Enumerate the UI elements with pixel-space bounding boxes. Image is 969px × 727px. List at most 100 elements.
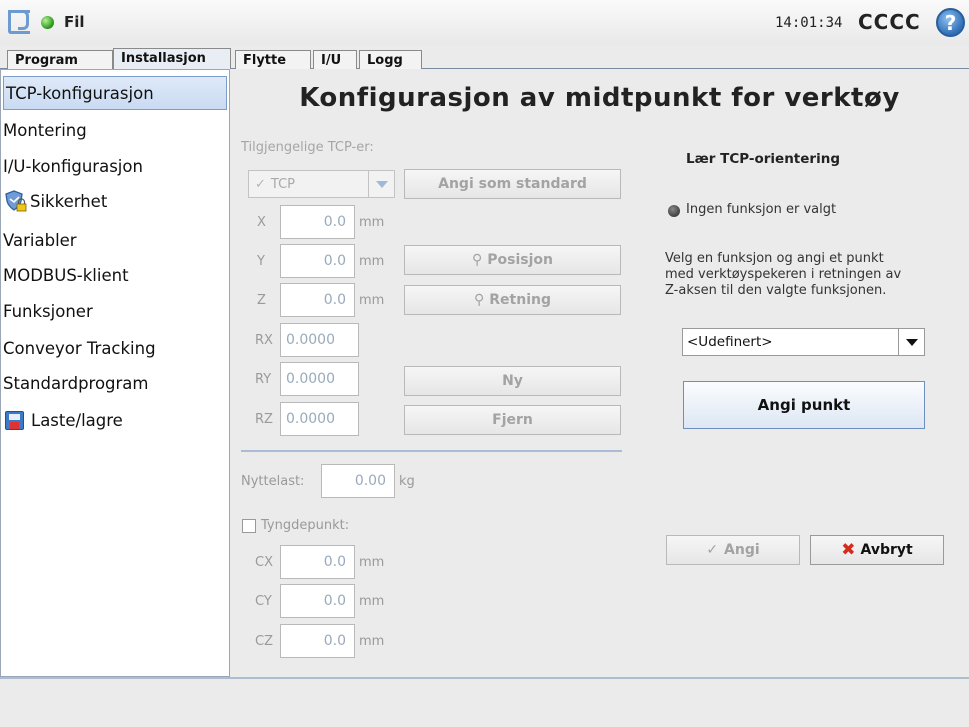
checkmark-icon: ✓ [706, 542, 719, 558]
tab-bar: Program Installasjon Flytte I/U Logg [0, 45, 969, 70]
sidebar-item-conveyor-tracking[interactable]: Conveyor Tracking [1, 331, 229, 365]
cog-label-cy: CY [255, 594, 272, 609]
sidebar-item-funksjoner[interactable]: Funksjoner [1, 294, 229, 328]
teach-status: Ingen funksjon er valgt [686, 202, 837, 217]
ry-field[interactable]: 0.0000 [280, 362, 359, 396]
teach-instructions: Velg en funksjon og angi et punkt med ve… [665, 251, 965, 299]
unit-mm: mm [359, 594, 385, 609]
instructions-line: Z-aksen til den valgte funksjonen. [665, 283, 887, 298]
sidebar-item-label: Conveyor Tracking [3, 338, 156, 358]
unit-kg: kg [399, 474, 415, 489]
cy-field[interactable]: 0.0 [280, 584, 355, 618]
robot-status-icon [41, 16, 54, 29]
unit-mm: mm [359, 215, 385, 230]
cancel-button[interactable]: ✖ Avbryt [810, 535, 944, 565]
feature-select-value: <Udefinert> [687, 334, 773, 350]
checkmark-icon: ✓ [255, 176, 266, 192]
rz-field[interactable]: 0.0000 [280, 402, 359, 436]
clock: 14:01:34 [775, 15, 843, 31]
sidebar-item-tcp-konfigurasjon[interactable]: TCP-konfigurasjon [3, 76, 227, 110]
tab-iu[interactable]: I/U [313, 50, 357, 70]
unit-mm: mm [359, 634, 385, 649]
feature-select[interactable]: <Udefinert> [682, 328, 925, 356]
payload-label: Nyttelast: [241, 474, 305, 489]
cancel-button-label: Avbryt [860, 542, 913, 558]
sidebar-item-label: I/U-konfigurasjon [3, 156, 143, 176]
close-icon: ✖ [841, 540, 856, 560]
coord-label-x: X [257, 215, 266, 230]
main-panel: Konfigurasjon av midtpunkt for verktøy T… [230, 69, 969, 677]
coord-label-z: Z [257, 293, 266, 308]
payload-field[interactable]: 0.00 [321, 464, 395, 498]
direction-button[interactable]: ⚲ Retning [404, 285, 621, 315]
robot-name: CCCC [858, 10, 921, 34]
shield-lock-icon [5, 190, 27, 212]
set-default-button[interactable]: Angi som standard [404, 169, 621, 199]
sidebar-item-label: Laste/lagre [31, 410, 123, 430]
unit-mm: mm [359, 293, 385, 308]
coord-label-rz: RZ [255, 412, 273, 427]
sidebar-item-sikkerhet[interactable]: Sikkerhet [1, 184, 229, 218]
position-button-label: Posisjon [487, 252, 553, 268]
sidebar-item-modbus-klient[interactable]: MODBUS-klient [1, 258, 229, 292]
status-indicator-icon [668, 205, 680, 217]
chevron-down-icon [368, 171, 394, 197]
bottom-divider [0, 677, 969, 679]
sidebar-item-label: Sikkerhet [30, 191, 108, 211]
set-point-button[interactable]: Angi punkt [683, 381, 925, 429]
coord-label-rx: RX [255, 333, 273, 348]
tab-flytte[interactable]: Flytte [235, 50, 311, 70]
sidebar-item-label: Funksjoner [3, 301, 93, 321]
pointer-tool-icon: ⚲ [474, 292, 485, 308]
sidebar-item-label: Standardprogram [3, 373, 149, 393]
direction-button-label: Retning [489, 292, 551, 308]
y-field[interactable]: 0.0 [280, 244, 355, 278]
tab-logg[interactable]: Logg [359, 50, 422, 70]
tcp-select[interactable]: ✓ TCP [248, 170, 395, 198]
chevron-down-icon [898, 329, 924, 355]
sidebar-item-montering[interactable]: Montering [1, 113, 229, 147]
teach-title: Lær TCP-orientering [686, 151, 840, 167]
instructions-line: med verktøyspekeren i retningen av [665, 267, 902, 282]
divider [241, 450, 622, 452]
available-tcps-label: Tilgjengelige TCP-er: [241, 140, 374, 155]
tab-program[interactable]: Program [7, 50, 113, 70]
coord-label-y: Y [257, 254, 265, 269]
cx-field[interactable]: 0.0 [280, 545, 355, 579]
page-title: Konfigurasjon av midtpunkt for verktøy [299, 83, 900, 113]
x-field[interactable]: 0.0 [280, 205, 355, 239]
sidebar-item-label: Montering [3, 120, 87, 140]
apply-button[interactable]: ✓ Angi [666, 535, 800, 565]
help-icon[interactable]: ? [936, 8, 965, 37]
coord-label-ry: RY [255, 372, 272, 387]
position-button[interactable]: ⚲ Posisjon [404, 245, 621, 275]
apply-button-label: Angi [724, 542, 760, 558]
instructions-line: Velg en funksjon og angi et punkt [665, 251, 884, 266]
disk-icon [5, 410, 24, 430]
cog-label-cx: CX [255, 555, 273, 570]
ur-logo-icon [8, 10, 30, 34]
sidebar-item-laste-lagre[interactable]: Laste/lagre [1, 403, 229, 437]
sidebar: TCP-konfigurasjon Montering I/U-konfigur… [0, 69, 230, 677]
new-tcp-button[interactable]: Ny [404, 366, 621, 396]
z-field[interactable]: 0.0 [280, 283, 355, 317]
sidebar-item-label: TCP-konfigurasjon [6, 83, 154, 103]
cog-label-cz: CZ [255, 634, 273, 649]
sidebar-item-label: MODBUS-klient [3, 265, 129, 285]
tab-installasjon[interactable]: Installasjon [113, 48, 231, 70]
cog-label: Tyngdepunkt: [261, 518, 350, 533]
top-bar: Fil 14:01:34 CCCC ? [0, 0, 969, 45]
sidebar-item-label: Variabler [3, 230, 77, 250]
cog-checkbox[interactable] [242, 519, 256, 533]
file-menu[interactable]: Fil [64, 13, 85, 31]
rx-field[interactable]: 0.0000 [280, 323, 359, 357]
unit-mm: mm [359, 555, 385, 570]
cz-field[interactable]: 0.0 [280, 624, 355, 658]
remove-tcp-button[interactable]: Fjern [404, 405, 621, 435]
unit-mm: mm [359, 254, 385, 269]
pointer-tool-icon: ⚲ [472, 252, 483, 268]
sidebar-item-standardprogram[interactable]: Standardprogram [1, 366, 229, 400]
sidebar-item-iu-konfigurasjon[interactable]: I/U-konfigurasjon [1, 149, 229, 183]
sidebar-item-variabler[interactable]: Variabler [1, 223, 229, 257]
tcp-select-value: TCP [270, 176, 296, 192]
